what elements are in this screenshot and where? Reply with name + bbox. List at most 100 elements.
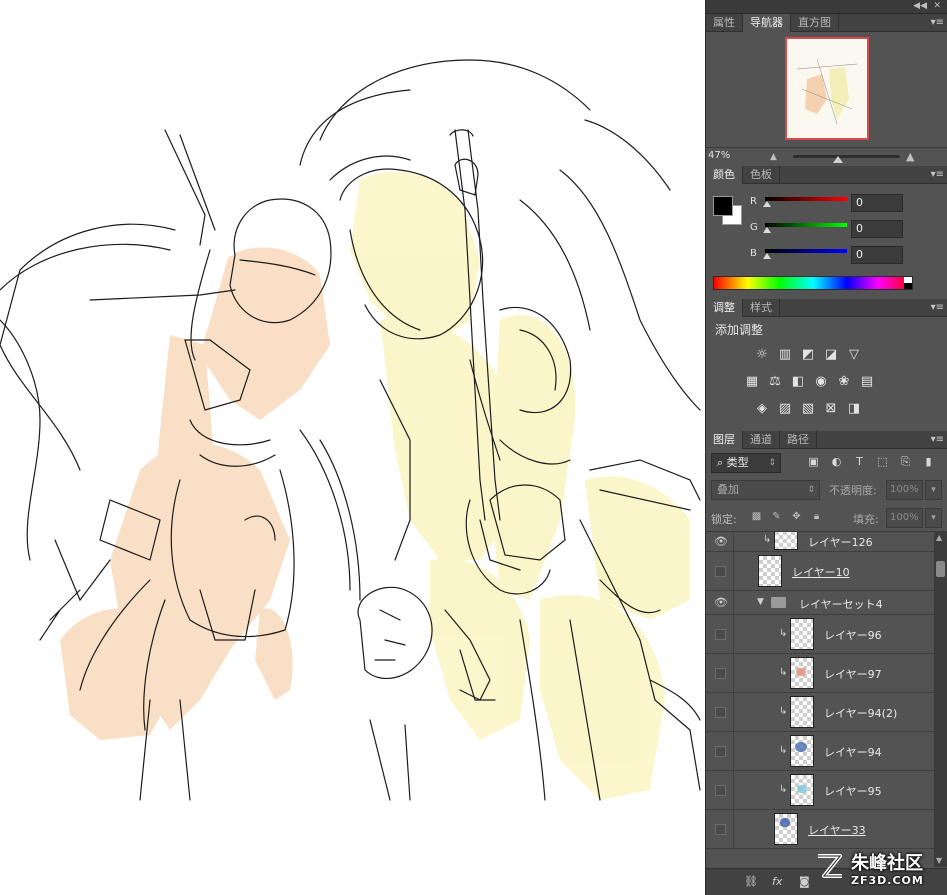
tab-channels[interactable]: 通道: [743, 431, 780, 449]
color-spectrum-bar[interactable]: [713, 276, 913, 290]
lock-transparency-icon[interactable]: ▩: [750, 510, 763, 523]
document-canvas[interactable]: [0, 0, 705, 895]
channel-mixer-icon[interactable]: ❀: [835, 372, 853, 390]
layer-list[interactable]: 👁︎ ↳ レイヤー126 レイヤー10 👁︎ ▼ レイヤーセット4 ↳ レイヤー…: [706, 531, 934, 867]
layer-visibility-toggle[interactable]: [706, 732, 734, 770]
layer-visibility-toggle[interactable]: [706, 771, 734, 809]
layer-row[interactable]: ↳ レイヤー97: [706, 654, 934, 693]
channel-g-slider[interactable]: [765, 223, 847, 227]
layer-filter-dropdown[interactable]: ⌕ 类型 ⇕: [711, 453, 781, 473]
layer-name[interactable]: レイヤー33: [808, 822, 866, 838]
panel-menu-icon[interactable]: ▾≡: [931, 14, 944, 31]
exposure-icon[interactable]: ◪: [822, 345, 840, 363]
layer-row[interactable]: ↳ レイヤー94(2): [706, 693, 934, 732]
filter-adjustment-icon[interactable]: ◐: [829, 454, 844, 469]
foreground-color-swatch[interactable]: [713, 196, 733, 216]
layer-name[interactable]: レイヤー10: [792, 564, 850, 580]
channel-g-value[interactable]: 0: [851, 220, 903, 238]
collapse-panels-icon[interactable]: ◀◀: [913, 0, 927, 13]
tab-swatches[interactable]: 色板: [743, 166, 780, 184]
navigator-zoom-value[interactable]: 47%: [708, 150, 730, 161]
layer-visibility-toggle[interactable]: 👁︎: [706, 591, 734, 614]
lock-all-icon[interactable]: 🔒︎: [810, 510, 823, 523]
layer-visibility-toggle[interactable]: [706, 552, 734, 590]
levels-icon[interactable]: ▥: [776, 345, 794, 363]
tab-navigator[interactable]: 导航器: [743, 14, 791, 32]
layer-visibility-toggle[interactable]: [706, 810, 734, 848]
channel-b-slider[interactable]: [765, 249, 847, 253]
channel-b-handle[interactable]: [763, 253, 771, 259]
layer-group-row[interactable]: 👁︎ ▼ レイヤーセット4: [706, 591, 934, 615]
close-dock-icon[interactable]: ✕: [933, 0, 941, 13]
zoom-in-icon[interactable]: ▲: [906, 150, 914, 163]
layer-row[interactable]: レイヤー33: [706, 810, 934, 849]
black-white-icon[interactable]: ◧: [789, 372, 807, 390]
channel-r-handle[interactable]: [763, 201, 771, 207]
layer-row[interactable]: レイヤー10: [706, 552, 934, 591]
tab-properties[interactable]: 属性: [706, 14, 743, 32]
layer-visibility-toggle[interactable]: [706, 693, 734, 731]
brightness-contrast-icon[interactable]: ☼: [753, 345, 771, 363]
posterize-icon[interactable]: ▨: [776, 399, 794, 417]
layer-name[interactable]: レイヤー95: [824, 783, 882, 799]
layer-name[interactable]: レイヤー97: [824, 666, 882, 682]
layer-visibility-toggle[interactable]: [706, 654, 734, 692]
zoom-out-icon[interactable]: ▲: [770, 152, 777, 162]
filter-type-icon[interactable]: T: [852, 454, 867, 469]
color-lookup-icon[interactable]: ▤: [858, 372, 876, 390]
channel-r-value[interactable]: 0: [851, 194, 903, 212]
tab-color[interactable]: 颜色: [706, 166, 743, 184]
layer-row[interactable]: ↳ レイヤー95: [706, 771, 934, 810]
color-balance-icon[interactable]: ⚖: [766, 372, 784, 390]
tab-paths[interactable]: 路径: [780, 431, 817, 449]
layer-name[interactable]: レイヤー126: [808, 534, 873, 550]
layer-visibility-toggle[interactable]: [706, 615, 734, 653]
filter-toggle-icon[interactable]: ▮: [921, 454, 936, 469]
layer-list-scrollbar[interactable]: ▲ ▼: [934, 531, 947, 867]
channel-r-slider[interactable]: [765, 197, 847, 201]
expand-arrow-icon[interactable]: ▼: [757, 597, 764, 607]
scroll-up-icon[interactable]: ▲: [936, 533, 942, 542]
tab-styles[interactable]: 样式: [743, 299, 780, 317]
fill-input[interactable]: 100%: [886, 508, 923, 528]
opacity-dropdown[interactable]: ▾: [925, 480, 942, 500]
layer-row[interactable]: ↳ レイヤー96: [706, 615, 934, 654]
layer-visibility-toggle[interactable]: 👁︎: [706, 532, 734, 551]
scrollbar-thumb[interactable]: [936, 561, 945, 577]
zoom-slider-handle[interactable]: [833, 156, 843, 163]
panel-menu-icon[interactable]: ▾≡: [931, 166, 944, 183]
zoom-slider-track[interactable]: [793, 155, 900, 158]
panel-menu-icon[interactable]: ▾≡: [931, 431, 944, 448]
vibrance-icon[interactable]: ▽: [845, 345, 863, 363]
filter-smart-object-icon[interactable]: ⎘: [898, 454, 913, 469]
channel-b-value[interactable]: 0: [851, 246, 903, 264]
layer-name[interactable]: レイヤー94: [824, 744, 882, 760]
panel-menu-icon[interactable]: ▾≡: [931, 299, 944, 316]
channel-g-handle[interactable]: [763, 227, 771, 233]
lock-brush-icon[interactable]: ✎: [770, 510, 783, 523]
lock-move-icon[interactable]: ✥: [790, 510, 803, 523]
photo-filter-icon[interactable]: ◉: [812, 372, 830, 390]
hue-saturation-icon[interactable]: ▦: [743, 372, 761, 390]
filter-pixel-icon[interactable]: ▣: [806, 454, 821, 469]
gradient-map-icon[interactable]: ◨: [845, 399, 863, 417]
navigator-preview[interactable]: [785, 37, 869, 140]
threshold-icon[interactable]: ▧: [799, 399, 817, 417]
tab-adjustments[interactable]: 调整: [706, 299, 743, 317]
curves-icon[interactable]: ◩: [799, 345, 817, 363]
link-layers-icon[interactable]: ⛓: [744, 875, 758, 888]
tab-layers[interactable]: 图层: [706, 431, 743, 449]
tab-histogram[interactable]: 直方图: [791, 14, 839, 32]
blend-mode-dropdown[interactable]: 叠加 ⇕: [711, 480, 820, 500]
filter-shape-icon[interactable]: ⬚: [875, 454, 890, 469]
invert-icon[interactable]: ◈: [753, 399, 771, 417]
opacity-input[interactable]: 100%: [886, 480, 923, 500]
add-mask-icon[interactable]: ◙: [799, 875, 810, 888]
layer-name[interactable]: レイヤー96: [824, 627, 882, 643]
selective-color-icon[interactable]: ⊠: [822, 399, 840, 417]
fill-dropdown[interactable]: ▾: [925, 508, 942, 528]
layer-row[interactable]: 👁︎ ↳ レイヤー126: [706, 532, 934, 552]
layer-name[interactable]: レイヤー94(2): [824, 705, 897, 721]
layer-row[interactable]: ↳ レイヤー94: [706, 732, 934, 771]
layer-group-name[interactable]: レイヤーセット4: [799, 596, 883, 612]
